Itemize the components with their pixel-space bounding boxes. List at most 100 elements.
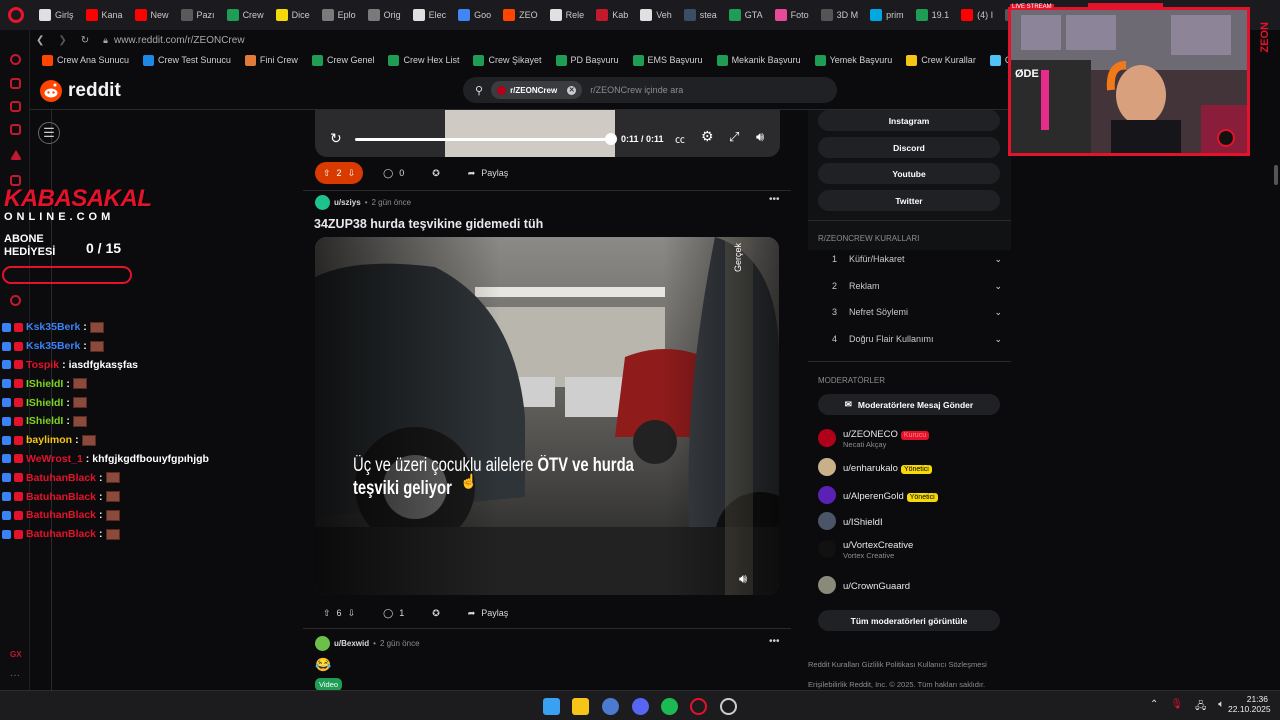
windows-start-icon[interactable] <box>543 698 560 715</box>
mod-name[interactable]: u/IShieldI <box>843 517 883 528</box>
settings-gear-icon[interactable]: ⚙ <box>701 128 714 145</box>
moderator-item[interactable]: u/enharukalo Yönetici <box>818 458 932 476</box>
browser-tab[interactable]: New <box>130 3 174 27</box>
twitter-button[interactable]: Twitter <box>818 190 1000 211</box>
post3-title[interactable]: 😂 <box>315 657 331 673</box>
fullscreen-icon[interactable]: ⤢ <box>729 129 739 145</box>
bookmark-item[interactable]: Crew Ana Sunucu <box>42 54 129 66</box>
moderator-item[interactable]: u/AlperenGold Yönetici <box>818 486 938 504</box>
browser-tab[interactable]: Kab <box>591 3 633 27</box>
mod-name[interactable]: u/VortexCreative <box>843 540 913 551</box>
youtube-button[interactable]: Youtube <box>818 163 1000 184</box>
browser-tab[interactable]: (4) I <box>956 3 998 27</box>
instagram-button[interactable]: Instagram <box>818 110 1000 131</box>
browser-tab[interactable]: Eplo <box>317 3 361 27</box>
post2-video[interactable]: Üç ve üzeri çocuklu ailelere ÖTV ve hurd… <box>315 237 779 595</box>
browser-tab[interactable]: Pazı <box>176 3 220 27</box>
bookmark-item[interactable]: Crew Hex List <box>388 54 459 66</box>
opera-logo-icon[interactable] <box>8 7 24 23</box>
back-icon[interactable]: ❮ <box>36 35 44 46</box>
mod-name[interactable]: u/AlperenGold <box>843 491 904 502</box>
browser-tab[interactable]: prim <box>865 3 909 27</box>
mod-name[interactable]: u/ZEONECO <box>843 429 898 440</box>
speaker-icon[interactable]: 🔈︎ <box>1218 699 1224 716</box>
post1-vote[interactable]: ⇧ 2 ⇩ <box>315 162 364 184</box>
post1-share[interactable]: ➦ Paylaş <box>460 162 517 184</box>
chat-username[interactable]: WeWrost_1 <box>26 453 83 465</box>
mod-avatar[interactable] <box>818 539 836 558</box>
microphone-icon[interactable]: 🎙︎ <box>1170 699 1183 716</box>
post2-comments[interactable]: ◯ 1 <box>375 602 412 624</box>
discord-button[interactable]: Discord <box>818 137 1000 158</box>
user-avatar[interactable] <box>315 636 330 651</box>
rule-item[interactable]: 2 Reklam ⌄ <box>832 281 1002 292</box>
chat-icon[interactable] <box>10 101 21 112</box>
bookmark-item[interactable]: Fini Crew <box>244 54 298 66</box>
downvote-icon[interactable]: ⇩ <box>348 168 356 179</box>
post3-more-icon[interactable]: ••• <box>769 636 780 647</box>
mute-icon[interactable]: 🔊︎ <box>739 571 747 587</box>
upvote-icon[interactable]: ⇧ <box>323 168 331 179</box>
url-field[interactable]: www.reddit.com/r/ZEONCrew <box>114 35 245 46</box>
chat-username[interactable]: Ksk35Berk <box>26 321 80 333</box>
bookmark-item[interactable]: Mekanik Başvuru <box>716 54 801 66</box>
rule-item[interactable]: 3 Nefret Söylemi ⌄ <box>832 307 1002 318</box>
chat-username[interactable]: Tospik <box>26 359 59 371</box>
moderator-item[interactable]: u/CrownGuaard <box>818 576 910 594</box>
bookmark-item[interactable]: EMS Başvuru <box>632 54 703 66</box>
bookmark-item[interactable]: PD Başvuru <box>555 54 619 66</box>
discord-icon[interactable] <box>632 698 649 715</box>
scrollbar-thumb[interactable] <box>1274 165 1278 185</box>
browser-tab[interactable]: Kana <box>81 3 128 27</box>
browser-tab[interactable]: Rele <box>545 3 590 27</box>
chat-username[interactable]: IShieldI <box>26 378 63 390</box>
browser-tab[interactable]: Orig <box>363 3 406 27</box>
moderator-item[interactable]: u/IShieldI <box>818 512 883 530</box>
network-icon[interactable]: 🖧 <box>1195 699 1206 716</box>
bookmark-item[interactable]: Crew Kurallar <box>906 54 976 66</box>
clear-chip-icon[interactable]: ✕ <box>567 85 577 95</box>
mod-name[interactable]: u/enharukalo <box>843 463 898 474</box>
opera-gx-icon[interactable] <box>690 698 707 715</box>
browser-tab[interactable]: 3D M <box>816 3 864 27</box>
message-mods-button[interactable]: ✉ Moderatörlere Mesaj Gönder <box>818 394 1000 415</box>
chat-username[interactable]: BatuhanBlack <box>26 491 96 503</box>
chat-username[interactable]: baylimon <box>26 434 72 446</box>
post3-author[interactable]: u/Bexwid <box>334 639 369 648</box>
chat-username[interactable]: BatuhanBlack <box>26 528 96 540</box>
rule-item[interactable]: 4 Doğru Flair Kullanımı ⌄ <box>832 334 1002 345</box>
forward-icon[interactable]: ❯ <box>58 35 66 46</box>
bookmark-item[interactable]: Yemek Başvuru <box>814 54 892 66</box>
mod-avatar[interactable] <box>818 512 836 530</box>
post2-title[interactable]: 34ZUP38 hurda teşvikine gidemedi tüh <box>314 217 543 231</box>
tray-chevron-icon[interactable]: ⌃ <box>1150 699 1158 716</box>
post2-award[interactable]: ✪ <box>424 602 448 624</box>
post1-comments[interactable]: ◯ 0 <box>375 162 412 184</box>
chat-username[interactable]: Ksk35Berk <box>26 340 80 352</box>
video-progress-bar[interactable] <box>355 138 610 141</box>
mod-avatar[interactable] <box>818 458 836 476</box>
bookmark-item[interactable]: Crew Şikayet <box>473 54 542 66</box>
search-bar[interactable]: ⚲ r/ZEONCrew ✕ r/ZEONCrew içinde ara <box>463 77 837 103</box>
post1-award[interactable]: ✪ <box>424 162 448 184</box>
browser-tab[interactable]: Elec <box>408 3 452 27</box>
post2-vote[interactable]: ⇧ 6 ⇩ <box>315 602 363 624</box>
alert-icon[interactable] <box>10 150 22 160</box>
replay-icon[interactable]: ↻ <box>330 130 342 147</box>
mod-name[interactable]: u/CrownGuaard <box>843 581 910 592</box>
downvote-icon[interactable]: ⇩ <box>348 608 356 619</box>
search-input[interactable]: r/ZEONCrew içinde ara <box>590 85 683 95</box>
post2-more-icon[interactable]: ••• <box>769 194 780 205</box>
messenger-icon[interactable] <box>10 78 21 89</box>
spotify-icon[interactable] <box>661 698 678 715</box>
user-avatar[interactable] <box>315 195 330 210</box>
mod-avatar[interactable] <box>818 428 836 447</box>
obs-icon[interactable] <box>720 698 737 715</box>
browser-tab[interactable]: GTA <box>724 3 768 27</box>
moderator-item[interactable]: u/ZEONECO Kurucu Necati Akçay <box>818 426 930 449</box>
chat-username[interactable]: IShieldI <box>26 415 63 427</box>
reddit-logo[interactable]: reddit <box>40 80 121 102</box>
post2-share[interactable]: ➦ Paylaş <box>460 602 517 624</box>
browser-tab[interactable]: Foto <box>770 3 814 27</box>
upvote-icon[interactable]: ⇧ <box>323 608 331 619</box>
